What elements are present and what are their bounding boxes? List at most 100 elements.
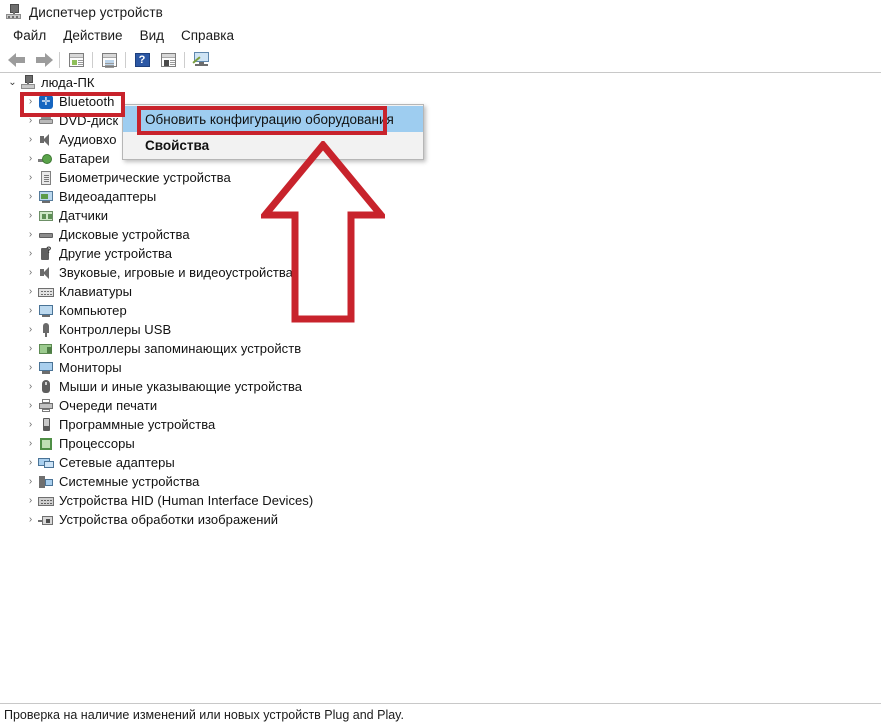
chevron-right-icon[interactable]: › bbox=[24, 457, 37, 468]
chevron-right-icon[interactable]: › bbox=[24, 362, 37, 373]
context-menu-item-update-hardware[interactable]: Обновить конфигурацию оборудования bbox=[123, 106, 423, 132]
scan-hardware-button[interactable] bbox=[155, 49, 181, 71]
chevron-right-icon[interactable]: › bbox=[24, 476, 37, 487]
tree-node-label: Мыши и иные указывающие устройства bbox=[59, 379, 303, 394]
tree-node-label: Видеоадаптеры bbox=[59, 189, 157, 204]
tree-node-root-label: люда-ПК bbox=[41, 75, 95, 90]
dvd-drive-icon bbox=[38, 113, 54, 129]
tree-node-label: Мониторы bbox=[59, 360, 122, 375]
system-devices-icon bbox=[38, 474, 54, 490]
menu-item-action[interactable]: Действие bbox=[55, 26, 131, 45]
chevron-right-icon[interactable]: › bbox=[24, 115, 37, 126]
device-tree[interactable]: ⌄ люда-ПК › ✛ Bluetooth › DVD-диск › Ауд… bbox=[0, 73, 881, 703]
back-button[interactable] bbox=[4, 49, 30, 71]
usb-controllers-icon bbox=[38, 322, 54, 338]
forward-button[interactable] bbox=[30, 49, 56, 71]
scan-hardware-icon bbox=[160, 52, 176, 67]
tree-node-software-devices[interactable]: › Программные устройства bbox=[0, 415, 881, 434]
computer-node-icon bbox=[38, 303, 54, 319]
tree-node-label: Устройства обработки изображений bbox=[59, 512, 279, 527]
tree-node-label: Датчики bbox=[59, 208, 109, 223]
properties-icon bbox=[68, 52, 84, 67]
tree-node-root[interactable]: ⌄ люда-ПК bbox=[0, 73, 881, 92]
tree-node-sound-video[interactable]: › Звуковые, игровые и видеоустройства bbox=[0, 263, 881, 282]
tree-node-imaging-devices[interactable]: › Устройства обработки изображений bbox=[0, 510, 881, 529]
tree-node-hid-devices[interactable]: › Устройства HID (Human Interface Device… bbox=[0, 491, 881, 510]
tree-node-network-adapters[interactable]: › Сетевые адаптеры bbox=[0, 453, 881, 472]
tree-node-label: Биометрические устройства bbox=[59, 170, 231, 185]
chevron-right-icon[interactable]: › bbox=[24, 495, 37, 506]
display-adapters-icon bbox=[38, 189, 54, 205]
toolbar-separator bbox=[92, 51, 93, 68]
tree-node-monitors[interactable]: › Мониторы bbox=[0, 358, 881, 377]
show-hidden-devices-button[interactable] bbox=[188, 49, 214, 71]
menu-item-file[interactable]: Файл bbox=[5, 26, 55, 45]
tree-node-disk-drives[interactable]: › Дисковые устройства bbox=[0, 225, 881, 244]
tree-node-label: Очереди печати bbox=[59, 398, 158, 413]
biometric-icon bbox=[38, 170, 54, 186]
tree-node-print-queues[interactable]: › Очереди печати bbox=[0, 396, 881, 415]
disk-drives-icon bbox=[38, 227, 54, 243]
tree-node-other-devices[interactable]: › ? Другие устройства bbox=[0, 244, 881, 263]
chevron-right-icon[interactable]: › bbox=[24, 267, 37, 278]
tree-node-label: Bluetooth bbox=[59, 94, 115, 109]
context-menu[interactable]: Обновить конфигурацию оборудования Свойс… bbox=[122, 104, 424, 160]
chevron-right-icon[interactable]: › bbox=[24, 400, 37, 411]
audio-inputs-icon bbox=[38, 132, 54, 148]
tree-node-display-adapters[interactable]: › Видеоадаптеры bbox=[0, 187, 881, 206]
tree-node-biometric[interactable]: › Биометрические устройства bbox=[0, 168, 881, 187]
chevron-right-icon[interactable]: › bbox=[24, 134, 37, 145]
help-button[interactable]: ? bbox=[129, 49, 155, 71]
toolbar: ? bbox=[0, 47, 881, 73]
chevron-right-icon[interactable]: › bbox=[24, 248, 37, 259]
chevron-right-icon[interactable]: › bbox=[24, 210, 37, 221]
tree-node-computer[interactable]: › Компьютер bbox=[0, 301, 881, 320]
toolbar-separator bbox=[125, 51, 126, 68]
tree-node-processors[interactable]: › Процессоры bbox=[0, 434, 881, 453]
tree-node-usb-controllers[interactable]: › Контроллеры USB bbox=[0, 320, 881, 339]
tree-node-label: Программные устройства bbox=[59, 417, 216, 432]
chevron-right-icon[interactable]: › bbox=[24, 343, 37, 354]
chevron-right-icon[interactable]: › bbox=[24, 229, 37, 240]
chevron-right-icon[interactable]: › bbox=[24, 381, 37, 392]
window-title: Диспетчер устройств bbox=[29, 4, 163, 20]
imaging-devices-icon bbox=[38, 512, 54, 528]
details-button[interactable] bbox=[96, 49, 122, 71]
menu-item-help[interactable]: Справка bbox=[173, 26, 243, 45]
batteries-icon bbox=[38, 151, 54, 167]
tree-node-label: Устройства HID (Human Interface Devices) bbox=[59, 493, 314, 508]
menu-item-view[interactable]: Вид bbox=[132, 26, 173, 45]
chevron-right-icon[interactable]: › bbox=[24, 286, 37, 297]
tree-node-keyboards[interactable]: › Клавиатуры bbox=[0, 282, 881, 301]
chevron-right-icon[interactable]: › bbox=[24, 191, 37, 202]
title-bar: Диспетчер устройств bbox=[0, 0, 881, 24]
tree-node-storage-controllers[interactable]: › Контроллеры запоминающих устройств bbox=[0, 339, 881, 358]
chevron-right-icon[interactable]: › bbox=[24, 305, 37, 316]
menu-bar: Файл Действие Вид Справка bbox=[0, 24, 881, 47]
hid-devices-icon bbox=[38, 493, 54, 509]
chevron-right-icon[interactable]: › bbox=[24, 172, 37, 183]
status-bar-text: Проверка на наличие изменений или новых … bbox=[4, 708, 404, 722]
status-bar: Проверка на наличие изменений или новых … bbox=[0, 703, 881, 726]
software-devices-icon bbox=[38, 417, 54, 433]
sensors-icon bbox=[38, 208, 54, 224]
properties-button[interactable] bbox=[63, 49, 89, 71]
chevron-right-icon[interactable]: › bbox=[24, 514, 37, 525]
tree-node-label: Другие устройства bbox=[59, 246, 173, 261]
tree-node-mice[interactable]: › Мыши и иные указывающие устройства bbox=[0, 377, 881, 396]
chevron-right-icon[interactable]: › bbox=[24, 419, 37, 430]
show-hidden-devices-icon bbox=[192, 52, 210, 67]
sound-video-icon bbox=[38, 265, 54, 281]
chevron-right-icon[interactable]: › bbox=[24, 438, 37, 449]
other-devices-icon: ? bbox=[38, 245, 54, 262]
chevron-right-icon[interactable]: › bbox=[24, 153, 37, 164]
toolbar-separator bbox=[59, 51, 60, 68]
chevron-right-icon[interactable]: › bbox=[24, 324, 37, 335]
tree-node-system-devices[interactable]: › Системные устройства bbox=[0, 472, 881, 491]
tree-node-sensors[interactable]: › Датчики bbox=[0, 206, 881, 225]
mice-icon bbox=[38, 379, 54, 395]
chevron-down-icon[interactable]: ⌄ bbox=[6, 77, 19, 88]
context-menu-item-properties[interactable]: Свойства bbox=[123, 132, 423, 158]
chevron-right-icon[interactable]: › bbox=[24, 96, 37, 107]
tree-node-label: Дисковые устройства bbox=[59, 227, 190, 242]
